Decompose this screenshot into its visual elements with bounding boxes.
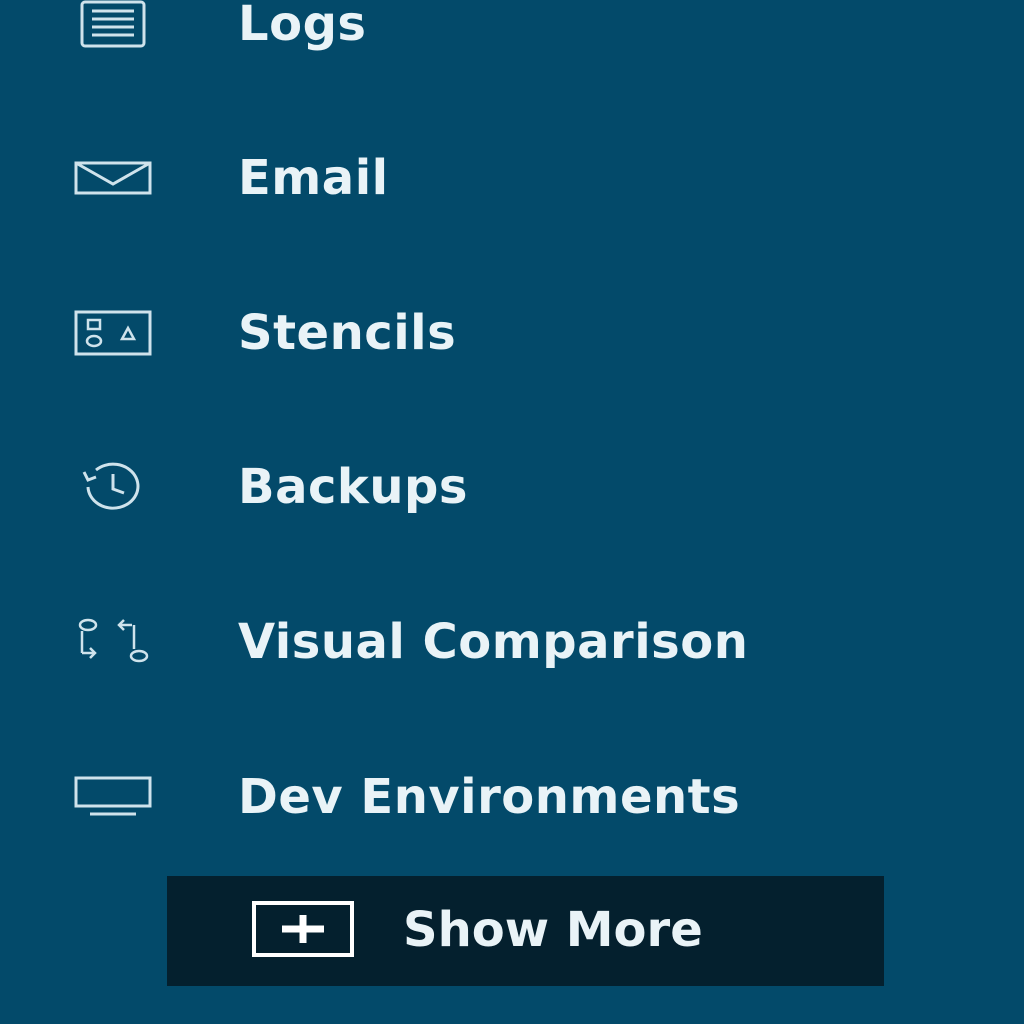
sidebar-item-label: Logs (238, 0, 367, 52)
sidebar-item-label: Email (238, 150, 389, 206)
plus-box-icon (252, 901, 354, 957)
sidebar-item-email[interactable]: Email (0, 128, 1024, 228)
envelope-icon (72, 151, 154, 205)
sidebar-item-logs[interactable]: Logs (0, 0, 1024, 74)
compare-arrows-icon (72, 615, 154, 669)
sidebar-item-label: Dev Environments (238, 769, 741, 825)
document-lines-icon (72, 0, 154, 51)
monitor-icon (72, 770, 154, 824)
sidebar-nav: Logs Email Stencils Backups Visual Compa… (0, 0, 1024, 1024)
sidebar-item-visual-comparison[interactable]: Visual Comparison (0, 592, 1024, 692)
shapes-icon (72, 306, 154, 360)
show-more-label: Show More (403, 902, 703, 958)
history-clock-icon (72, 460, 154, 514)
sidebar-item-label: Backups (238, 459, 468, 515)
sidebar-item-backups[interactable]: Backups (0, 437, 1024, 537)
sidebar-item-dev-environments[interactable]: Dev Environments (0, 747, 1024, 847)
sidebar-item-stencils[interactable]: Stencils (0, 283, 1024, 383)
show-more-button[interactable]: Show More (167, 876, 884, 986)
sidebar-item-label: Visual Comparison (238, 614, 749, 670)
sidebar-item-label: Stencils (238, 305, 457, 361)
